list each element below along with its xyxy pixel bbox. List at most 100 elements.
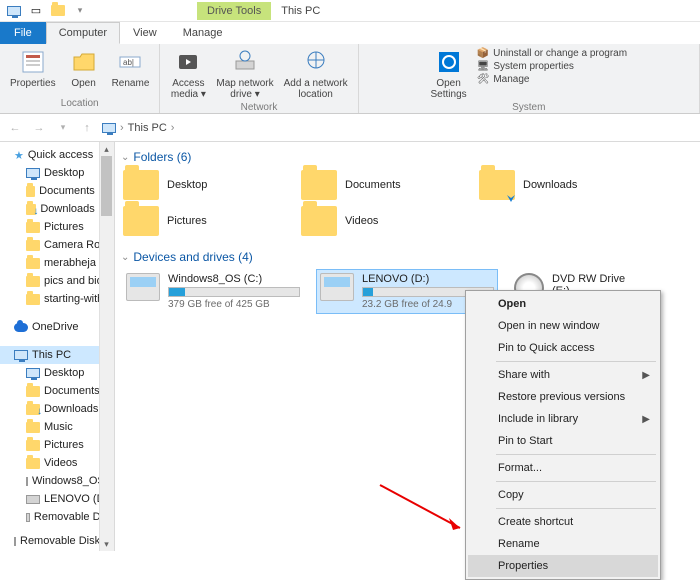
title-bar: ▭ ▾ Drive Tools This PC — [0, 0, 700, 22]
ribbon-group-network: Access media ▾ Map network drive ▾ Add a… — [160, 44, 358, 113]
folder-downloads[interactable]: Downloads — [479, 170, 639, 200]
qat-properties-icon[interactable]: ▭ — [26, 2, 46, 20]
folder-icon — [301, 206, 337, 236]
sidebar-item-desktop[interactable]: Desktop📌 — [0, 164, 114, 182]
pictures-icon — [26, 222, 40, 233]
system-properties-button[interactable]: 🖥System properties — [477, 61, 627, 72]
tab-computer[interactable]: Computer — [46, 22, 120, 44]
scroll-thumb[interactable] — [101, 156, 112, 216]
ribbon: Properties Open ab| Rename Location Acce… — [0, 44, 700, 114]
folder-videos[interactable]: Videos — [301, 206, 461, 236]
folder-documents[interactable]: Documents — [301, 170, 461, 200]
sidebar-tp-drive-d[interactable]: LENOVO (D:) — [0, 490, 114, 508]
qat-app-icon[interactable] — [4, 2, 24, 20]
rename-icon: ab| — [115, 48, 145, 76]
tab-manage[interactable]: Manage — [170, 22, 236, 44]
sidebar-tp-pictures[interactable]: Pictures — [0, 436, 114, 454]
ctx-include[interactable]: Include in library▶ — [468, 408, 658, 430]
breadcrumb[interactable]: › This PC › — [102, 122, 694, 134]
ctx-open[interactable]: Open — [468, 293, 658, 315]
sidebar-thispc[interactable]: This PC — [0, 346, 114, 364]
quick-access-toolbar: ▭ ▾ — [0, 0, 94, 22]
folder-pictures[interactable]: Pictures — [123, 206, 283, 236]
sidebar-tp-videos[interactable]: Videos — [0, 454, 114, 472]
tab-file[interactable]: File — [0, 22, 46, 44]
folders-grid: Desktop Documents Downloads Pictures Vid… — [123, 170, 692, 236]
folder-icon — [26, 386, 40, 397]
ctx-format[interactable]: Format... — [468, 457, 658, 479]
tab-view[interactable]: View — [120, 22, 170, 44]
folder-icon — [26, 294, 40, 305]
uninstall-button[interactable]: 📦Uninstall or change a program — [477, 48, 627, 59]
ctx-share[interactable]: Share with▶ — [468, 364, 658, 386]
sidebar-removable2[interactable]: Removable Disk (F:) — [0, 532, 114, 550]
sidebar-onedrive[interactable]: OneDrive — [0, 318, 114, 336]
map-drive-button[interactable]: Map network drive ▾ — [212, 46, 277, 102]
up-button[interactable]: ↑ — [78, 119, 96, 137]
manage-button[interactable]: 🛠Manage — [477, 74, 627, 85]
sidebar-item-starting[interactable]: starting-with — [0, 290, 114, 308]
sidebar-tp-documents[interactable]: Documents — [0, 382, 114, 400]
ribbon-group-system: Open Settings 📦Uninstall or change a pro… — [359, 44, 700, 113]
separator — [496, 454, 656, 455]
sidebar-tp-music[interactable]: Music — [0, 418, 114, 436]
ctx-rename[interactable]: Rename — [468, 533, 658, 555]
ctx-restore[interactable]: Restore previous versions — [468, 386, 658, 408]
recent-dropdown[interactable]: ▾ — [54, 119, 72, 137]
access-media-button[interactable]: Access media ▾ — [166, 46, 210, 102]
onedrive-icon — [14, 323, 28, 332]
sidebar-item-pictures[interactable]: Pictures📌 — [0, 218, 114, 236]
open-button[interactable]: Open — [62, 46, 106, 91]
sidebar-item-cameraroll[interactable]: Camera Roll — [0, 236, 114, 254]
box-icon: 📦 — [477, 48, 489, 59]
back-button[interactable]: ← — [6, 119, 24, 137]
chevron-right-icon: ▶ — [642, 414, 650, 425]
properties-icon — [18, 48, 48, 76]
separator — [496, 481, 656, 482]
add-location-button[interactable]: Add a network location — [280, 46, 352, 102]
sidebar-tp-drive-c[interactable]: Windows8_OS (C:) — [0, 472, 114, 490]
drive-icon — [26, 513, 30, 522]
drive-icon — [320, 273, 354, 301]
open-folder-icon — [69, 48, 99, 76]
ctx-open-new[interactable]: Open in new window — [468, 315, 658, 337]
sidebar-item-merabheja[interactable]: merabheja — [0, 254, 114, 272]
downloads-icon — [26, 404, 40, 415]
ctx-pin-start[interactable]: Pin to Start — [468, 430, 658, 452]
navigation-pane: ★Quick access Desktop📌 Documents📌 Downlo… — [0, 142, 115, 551]
monitor-icon: 🖥 — [477, 61, 490, 72]
sidebar-item-picsbio[interactable]: pics and bio — [0, 272, 114, 290]
forward-button[interactable]: → — [30, 119, 48, 137]
sidebar-tp-removable[interactable]: Removable Disk — [0, 508, 114, 526]
folder-icon — [123, 206, 159, 236]
ctx-copy[interactable]: Copy — [468, 484, 658, 506]
videos-icon — [26, 458, 40, 469]
pc-icon — [14, 350, 28, 360]
sidebar-scrollbar[interactable]: ▴ ▾ — [99, 142, 114, 551]
ctx-pin-qa[interactable]: Pin to Quick access — [468, 337, 658, 359]
sidebar-item-documents[interactable]: Documents📌 — [0, 182, 114, 200]
folder-desktop[interactable]: Desktop — [123, 170, 283, 200]
drive-icon — [26, 477, 28, 486]
folder-icon — [479, 170, 515, 200]
rename-button[interactable]: ab| Rename — [108, 46, 154, 91]
map-drive-icon — [230, 48, 260, 76]
open-settings-button[interactable]: Open Settings — [427, 46, 471, 102]
sidebar-tp-desktop[interactable]: Desktop — [0, 364, 114, 382]
scroll-up-icon[interactable]: ▴ — [99, 142, 114, 156]
folder-icon — [26, 258, 40, 269]
sidebar-quick-access[interactable]: ★Quick access — [0, 146, 114, 164]
sidebar-tp-downloads[interactable]: Downloads — [0, 400, 114, 418]
scroll-down-icon[interactable]: ▾ — [99, 537, 114, 551]
sidebar-item-downloads[interactable]: Downloads📌 — [0, 200, 114, 218]
ctx-properties[interactable]: Properties — [468, 555, 658, 577]
qat-dropdown-icon[interactable]: ▾ — [70, 2, 90, 20]
drive-c[interactable]: Windows8_OS (C:) 379 GB free of 425 GB — [123, 270, 303, 313]
properties-button[interactable]: Properties — [6, 46, 60, 91]
drives-header[interactable]: ⌄Devices and drives (4) — [121, 250, 692, 264]
ctx-shortcut[interactable]: Create shortcut — [468, 511, 658, 533]
folders-header[interactable]: ⌄Folders (6) — [121, 150, 692, 164]
system-commands-list: 📦Uninstall or change a program 🖥System p… — [473, 46, 631, 87]
qat-new-folder-icon[interactable] — [48, 2, 68, 20]
chevron-down-icon: ⌄ — [121, 252, 129, 263]
